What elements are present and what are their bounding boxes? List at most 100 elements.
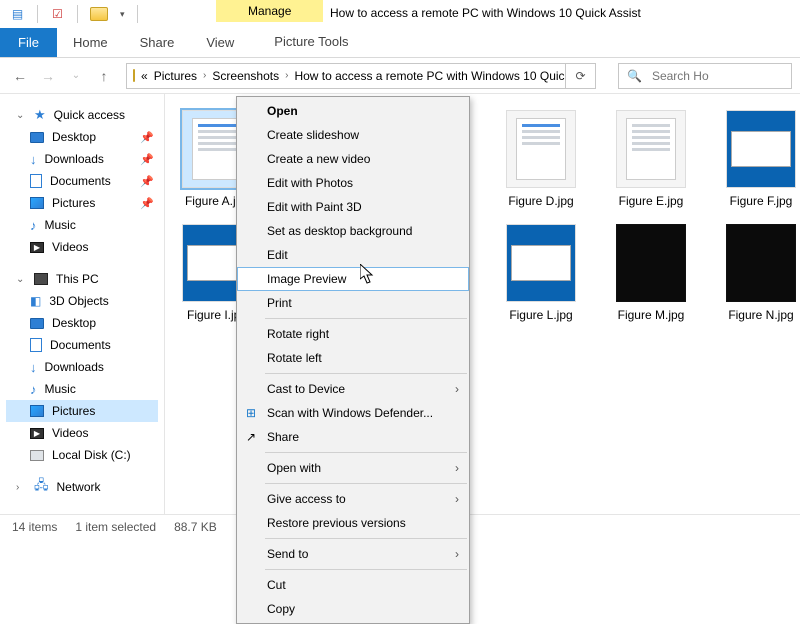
nav-recent-dropdown[interactable]: ⌄ — [64, 64, 88, 88]
nav-back-button[interactable]: ← — [8, 64, 32, 88]
search-input[interactable] — [650, 68, 792, 84]
chevron-right-icon[interactable]: › — [203, 70, 206, 81]
ctx-item-image-preview[interactable]: Image Preview — [237, 267, 469, 291]
tab-home[interactable]: Home — [57, 28, 124, 57]
sidebar-item-videos-pc[interactable]: ▶Videos — [6, 422, 158, 444]
sidebar-item-this-pc[interactable]: ⌄ This PC — [6, 268, 158, 290]
ctx-item-open-with[interactable]: Open with› — [237, 456, 469, 480]
sidebar-item-desktop[interactable]: Desktop📌 — [6, 126, 158, 148]
documents-icon — [30, 174, 42, 188]
status-selected-size: 88.7 KB — [174, 520, 217, 534]
file-item[interactable]: Figure N.jpg — [723, 224, 799, 322]
sidebar-label: Quick access — [54, 108, 125, 122]
ctx-separator — [265, 538, 467, 539]
window-title: How to access a remote PC with Windows 1… — [330, 6, 641, 20]
ctx-item-restore-versions[interactable]: Restore previous versions — [237, 511, 469, 535]
file-thumbnail — [726, 224, 796, 302]
ctx-item-edit[interactable]: Edit — [237, 243, 469, 267]
disk-icon — [30, 450, 44, 461]
downloads-icon: ↓ — [30, 360, 37, 375]
sidebar-item-3d-objects[interactable]: ◧3D Objects — [6, 290, 158, 312]
sidebar-label: Network — [57, 480, 101, 494]
tab-share[interactable]: Share — [124, 28, 191, 57]
ctx-item-create-slideshow[interactable]: Create slideshow — [237, 123, 469, 147]
tab-file[interactable]: File — [0, 28, 57, 57]
chevron-down-icon[interactable]: ⌄ — [16, 110, 26, 121]
sidebar-item-videos[interactable]: ▶Videos — [6, 236, 158, 258]
pin-icon: 📌 — [140, 197, 154, 210]
pictures-icon — [30, 197, 44, 209]
music-icon: ♪ — [30, 218, 37, 233]
breadcrumb-segment[interactable]: Pictures — [154, 69, 197, 83]
properties-icon[interactable]: ▤ — [10, 7, 25, 22]
chevron-right-icon: › — [455, 461, 459, 475]
network-icon: 🖧 — [34, 476, 49, 498]
sidebar-label: This PC — [56, 272, 99, 286]
ctx-item-copy[interactable]: Copy — [237, 597, 469, 621]
ctx-item-send-to[interactable]: Send to› — [237, 542, 469, 566]
nav-up-button[interactable]: ↑ — [92, 64, 116, 88]
chevron-down-icon[interactable]: ⌄ — [16, 274, 26, 285]
sidebar-item-quick-access[interactable]: ⌄ ★ Quick access — [6, 104, 158, 126]
sidebar-item-documents-pc[interactable]: Documents — [6, 334, 158, 356]
checkbox-icon[interactable]: ☑ — [50, 7, 65, 22]
tab-picture-tools[interactable]: Picture Tools — [262, 28, 360, 57]
sidebar-item-pictures-pc[interactable]: Pictures — [6, 400, 158, 422]
breadcrumb-root-glyph[interactable]: « — [141, 69, 148, 83]
ctx-item-set-background[interactable]: Set as desktop background — [237, 219, 469, 243]
address-bar[interactable]: « Pictures › Screenshots › How to access… — [126, 63, 566, 89]
chevron-right-icon: › — [455, 547, 459, 561]
ctx-item-defender[interactable]: ⊞Scan with Windows Defender... — [237, 401, 469, 425]
pin-icon: 📌 — [140, 131, 154, 144]
ctx-item-share[interactable]: ↗Share — [237, 425, 469, 449]
breadcrumb-segment[interactable]: How to access a remote PC with Windows 1… — [294, 69, 566, 83]
file-name: Figure D.jpg — [508, 194, 573, 208]
chevron-right-icon: › — [455, 382, 459, 396]
ctx-item-create-video[interactable]: Create a new video — [237, 147, 469, 171]
ctx-item-rotate-left[interactable]: Rotate left — [237, 346, 469, 370]
pin-icon: 📌 — [140, 175, 154, 188]
tab-view[interactable]: View — [190, 28, 250, 57]
title-bar: ▤ ☑ ▾ Manage How to access a remote PC w… — [0, 0, 800, 28]
desktop-icon — [30, 318, 44, 329]
ctx-item-open[interactable]: Open — [237, 99, 469, 123]
qat-dropdown-icon[interactable]: ▾ — [120, 9, 125, 20]
file-item[interactable]: Figure L.jpg — [503, 224, 579, 322]
sidebar-item-downloads[interactable]: ↓Downloads📌 — [6, 148, 158, 170]
chevron-right-icon[interactable]: › — [16, 482, 26, 493]
folder-icon — [90, 7, 108, 21]
ribbon-context-tab[interactable]: Manage — [216, 0, 323, 22]
file-name: Figure E.jpg — [619, 194, 684, 208]
breadcrumb-segment[interactable]: Screenshots — [212, 69, 279, 83]
ctx-item-print[interactable]: Print — [237, 291, 469, 315]
ctx-item-give-access[interactable]: Give access to› — [237, 487, 469, 511]
status-selected-count: 1 item selected — [75, 520, 156, 534]
file-item[interactable]: Figure D.jpg — [503, 110, 579, 208]
ctx-separator — [265, 483, 467, 484]
address-bar-row: ← → ⌄ ↑ « Pictures › Screenshots › How t… — [0, 58, 800, 94]
file-thumbnail — [616, 110, 686, 188]
file-item[interactable]: Figure F.jpg — [723, 110, 799, 208]
sidebar-item-network[interactable]: › 🖧 Network — [6, 476, 158, 498]
sidebar-item-documents[interactable]: Documents📌 — [6, 170, 158, 192]
file-thumbnail — [726, 110, 796, 188]
ctx-item-edit-photos[interactable]: Edit with Photos — [237, 171, 469, 195]
sidebar-item-local-disk[interactable]: Local Disk (C:) — [6, 444, 158, 466]
sidebar-item-music[interactable]: ♪Music — [6, 214, 158, 236]
search-box[interactable]: 🔍 — [618, 63, 792, 89]
ctx-item-cast[interactable]: Cast to Device› — [237, 377, 469, 401]
nav-forward-button[interactable]: → — [36, 64, 60, 88]
pc-icon — [34, 273, 48, 285]
ctx-item-edit-paint3d[interactable]: Edit with Paint 3D — [237, 195, 469, 219]
file-item[interactable]: Figure E.jpg — [613, 110, 689, 208]
sidebar-item-desktop-pc[interactable]: Desktop — [6, 312, 158, 334]
sidebar-item-pictures[interactable]: Pictures📌 — [6, 192, 158, 214]
ctx-item-cut[interactable]: Cut — [237, 573, 469, 597]
sidebar-item-downloads-pc[interactable]: ↓Downloads — [6, 356, 158, 378]
ctx-item-rotate-right[interactable]: Rotate right — [237, 322, 469, 346]
refresh-button[interactable]: ⟳ — [566, 63, 596, 89]
sidebar-item-music-pc[interactable]: ♪Music — [6, 378, 158, 400]
navigation-pane: ⌄ ★ Quick access Desktop📌 ↓Downloads📌 Do… — [0, 94, 165, 514]
file-item[interactable]: Figure M.jpg — [613, 224, 689, 322]
chevron-right-icon[interactable]: › — [285, 70, 288, 81]
